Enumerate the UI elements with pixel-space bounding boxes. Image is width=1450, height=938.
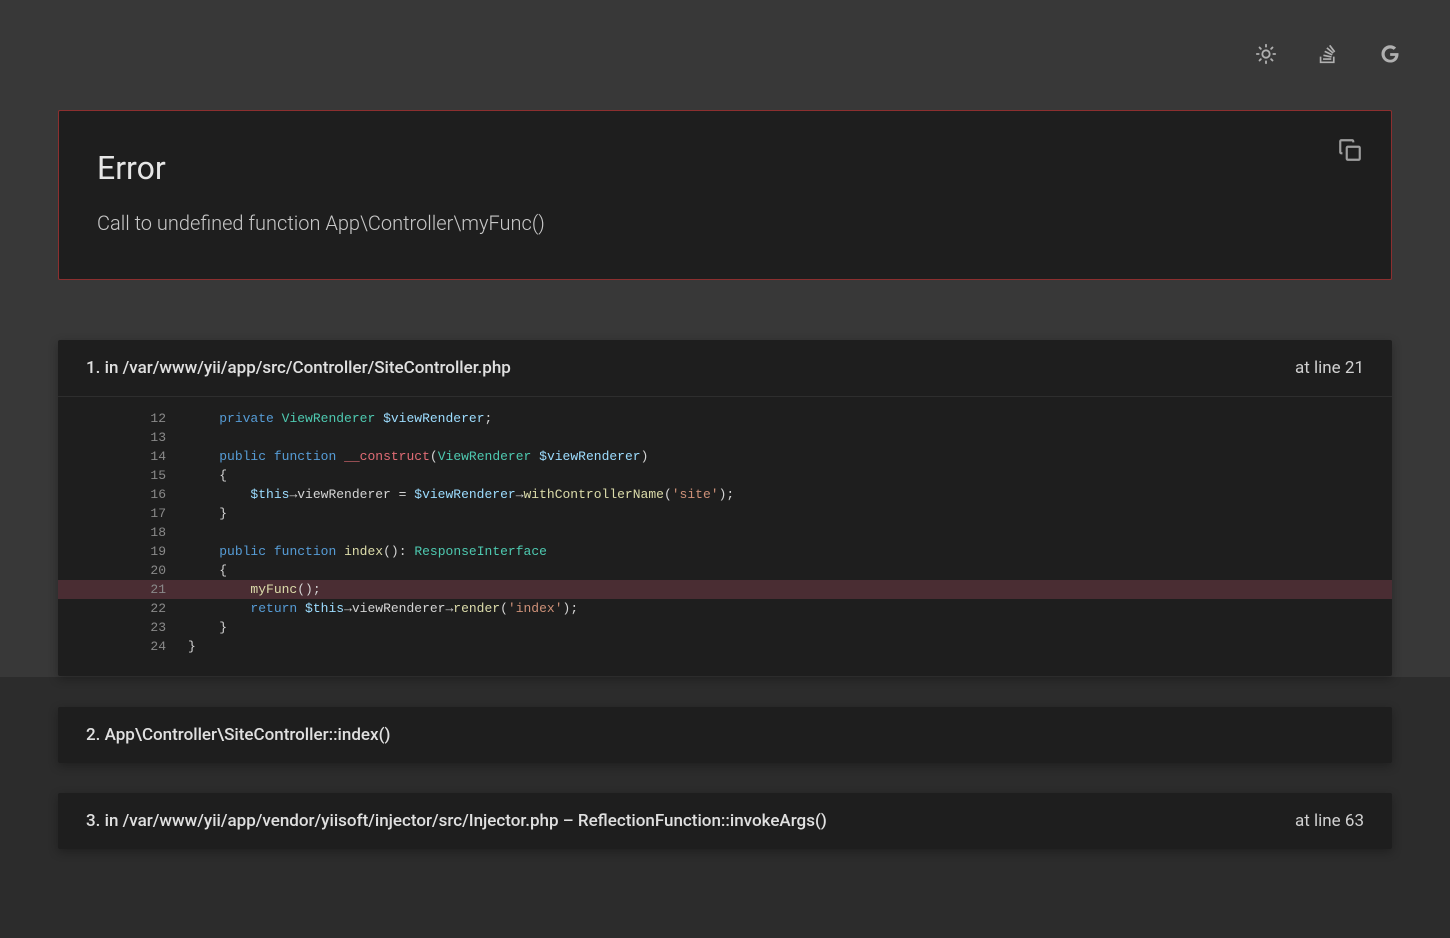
line-number: 13 [58, 428, 188, 447]
code-text: public function index(): ResponseInterfa… [188, 542, 1392, 561]
code-line: 15 { [58, 466, 1392, 485]
code-text: } [188, 618, 1392, 637]
line-number: 19 [58, 542, 188, 561]
code-line: 24} [58, 637, 1392, 656]
line-number: 16 [58, 485, 188, 504]
stack-index: 3. [86, 811, 100, 831]
code-text [188, 523, 1392, 542]
line-number: 20 [58, 561, 188, 580]
stack-index: 1. [86, 358, 100, 378]
copy-icon[interactable] [1337, 137, 1363, 163]
code-text: return $this→viewRenderer→render('index'… [188, 599, 1392, 618]
code-line: 13 [58, 428, 1392, 447]
sun-icon[interactable] [1254, 42, 1278, 66]
stack-item-3: 3. in /var/www/yii/app/vendor/yiisoft/in… [58, 793, 1392, 849]
code-line: 21 myFunc(); [58, 580, 1392, 599]
line-number: 14 [58, 447, 188, 466]
at-line-num: 21 [1345, 358, 1364, 378]
code-text: myFunc(); [188, 580, 1392, 599]
code-line: 12 private ViewRenderer $viewRenderer; [58, 409, 1392, 428]
stack-suffix: – ReflectionFunction::invokeArgs() [559, 811, 827, 831]
code-text: } [188, 504, 1392, 523]
at-line-num: 63 [1345, 811, 1364, 831]
code-text: { [188, 466, 1392, 485]
error-message: Call to undefined function App\Controlle… [97, 211, 1353, 235]
stack-in-label: in [105, 358, 123, 378]
stackoverflow-icon[interactable] [1316, 42, 1340, 66]
stack-header-1[interactable]: 1. in /var/www/yii/app/src/Controller/Si… [58, 340, 1392, 396]
stack-header-3[interactable]: 3. in /var/www/yii/app/vendor/yiisoft/in… [58, 793, 1392, 849]
stack-item-2: 2. App\Controller\SiteController::index(… [58, 707, 1392, 763]
code-text: { [188, 561, 1392, 580]
stack-path: /var/www/yii/app/vendor/yiisoft/injector… [123, 811, 559, 831]
line-number: 17 [58, 504, 188, 523]
code-line: 20 { [58, 561, 1392, 580]
line-number: 12 [58, 409, 188, 428]
line-number: 18 [58, 523, 188, 542]
error-card: Error Call to undefined function App\Con… [58, 110, 1392, 280]
code-block: 12 private ViewRenderer $viewRenderer;13… [58, 397, 1392, 676]
stack-path: /var/www/yii/app/src/Controller/SiteCont… [123, 358, 511, 378]
code-line: 14 public function __construct(ViewRende… [58, 447, 1392, 466]
code-line: 22 return $this→viewRenderer→render('ind… [58, 599, 1392, 618]
google-icon[interactable] [1378, 42, 1402, 66]
code-line: 18 [58, 523, 1392, 542]
code-text [188, 428, 1392, 447]
stack-header-2[interactable]: 2. App\Controller\SiteController::index(… [58, 707, 1392, 763]
code-text: $this→viewRenderer = $viewRenderer→withC… [188, 485, 1392, 504]
code-text: } [188, 637, 1392, 656]
stack-item-1: 1. in /var/www/yii/app/src/Controller/Si… [58, 340, 1392, 676]
code-text: public function __construct(ViewRenderer… [188, 447, 1392, 466]
code-text: private ViewRenderer $viewRenderer; [188, 409, 1392, 428]
code-line: 19 public function index(): ResponseInte… [58, 542, 1392, 561]
line-number: 22 [58, 599, 188, 618]
code-line: 17 } [58, 504, 1392, 523]
error-title: Error [97, 149, 1353, 187]
at-line-label: at line [1295, 358, 1345, 378]
stack-in-label: in [105, 811, 123, 831]
code-line: 23 } [58, 618, 1392, 637]
line-number: 15 [58, 466, 188, 485]
stack-title: App\Controller\SiteController::index() [105, 725, 391, 745]
code-line: 16 $this→viewRenderer = $viewRenderer→wi… [58, 485, 1392, 504]
line-number: 21 [58, 580, 188, 599]
toolbar [0, 0, 1450, 80]
line-number: 23 [58, 618, 188, 637]
stack-index: 2. [86, 725, 100, 745]
at-line-label: at line [1295, 811, 1345, 831]
line-number: 24 [58, 637, 188, 656]
